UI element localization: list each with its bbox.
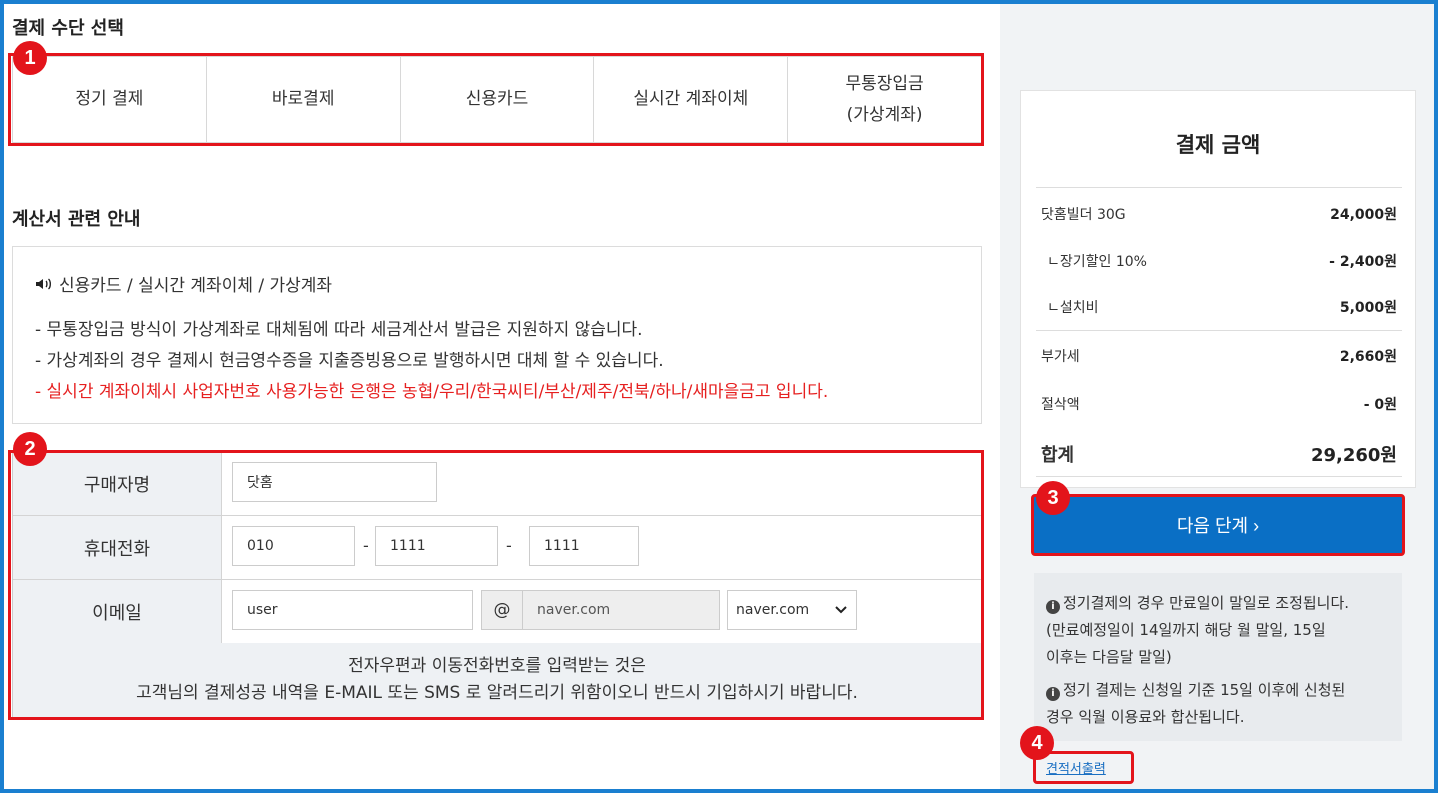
notice-heading: 신용카드 / 실시간 계좌이체 / 가상계좌: [35, 271, 332, 296]
summary-row: 부가세 2,660원: [1041, 346, 1397, 366]
form-note-line: 전자우편과 이동전화번호를 입력받는 것은: [348, 656, 646, 676]
phone-row: 휴대전화 - -: [13, 516, 981, 580]
summary-row-label: ㄴ설치비: [1047, 300, 1099, 316]
summary-row: ㄴ설치비 5,000원: [1041, 297, 1397, 317]
summary-row-value: - 0원: [1363, 397, 1397, 413]
email-label: 이메일: [13, 580, 222, 643]
print-quote-link[interactable]: 견적서출력: [1046, 758, 1106, 777]
method-credit-card[interactable]: 신용카드: [399, 56, 595, 143]
email-row: 이메일 @ naver.com: [13, 580, 981, 644]
divider: [1036, 330, 1402, 331]
info-line: 이후는 다음달 말일): [1046, 648, 1172, 666]
invoice-notice-box: 신용카드 / 실시간 계좌이체 / 가상계좌 - 무통장입금 방식이 가상계좌로…: [12, 246, 982, 424]
phone-label: 휴대전화: [13, 516, 222, 579]
next-step-button[interactable]: 다음 단계 ›: [1034, 497, 1402, 553]
summary-title: 결제 금액: [1175, 133, 1261, 157]
method-bank-deposit[interactable]: 무통장입금 (가상계좌): [787, 56, 982, 143]
callout-badge-1: 1: [13, 41, 47, 75]
method-label: 신용카드: [465, 89, 529, 109]
email-user-input[interactable]: [232, 590, 473, 630]
info-line-text: 정기결제의 경우 만료일이 말일로 조정됩니다.: [1063, 594, 1350, 612]
summary-total: 합계 29,260원: [1041, 441, 1397, 467]
method-label: 무통장입금 (가상계좌): [845, 73, 924, 125]
summary-total-value: 29,260원: [1310, 445, 1397, 466]
info-icon: i: [1046, 600, 1060, 614]
divider: [1036, 476, 1402, 477]
phone-dash: -: [506, 536, 512, 555]
info-icon: i: [1046, 687, 1060, 701]
speaker-icon: [35, 276, 53, 296]
email-domain-select[interactable]: naver.com: [727, 590, 857, 630]
notice-heading-text: 신용카드 / 실시간 계좌이체 / 가상계좌: [59, 276, 333, 296]
method-realtime-transfer[interactable]: 실시간 계좌이체: [593, 56, 789, 143]
summary-row: 절삭액 - 0원: [1041, 394, 1397, 414]
buyer-name-label: 구매자명: [13, 453, 222, 515]
info-line: 경우 익월 이용료와 합산됩니다.: [1046, 708, 1245, 726]
info-line: i 정기결제의 경우 만료일이 말일로 조정됩니다.: [1046, 592, 1349, 614]
payment-method-tabs: 정기 결제 바로결제 신용카드 실시간 계좌이체 무통장입금 (가상계좌): [12, 56, 982, 143]
method-instant[interactable]: 바로결제: [205, 56, 401, 143]
info-line: i 정기 결제는 신청일 기준 15일 이후에 신청된: [1046, 679, 1345, 701]
payment-summary: 결제 금액 닷홈빌더 30G 24,000원 ㄴ장기할인 10% - 2,400원 …: [1020, 90, 1416, 488]
form-note: 전자우편과 이동전화번호를 입력받는 것은 고객님의 결제성공 내역을 E-MA…: [13, 643, 981, 717]
info-line-text: 정기 결제는 신청일 기준 15일 이후에 신청된: [1063, 681, 1346, 699]
chevron-down-icon: [835, 606, 847, 614]
method-label: 실시간 계좌이체: [633, 89, 749, 109]
phone-input-3[interactable]: [529, 526, 639, 566]
phone-input-1[interactable]: [232, 526, 355, 566]
callout-badge-2: 2: [13, 432, 47, 466]
notice-line-warning: - 실시간 계좌이체시 사업자번호 사용가능한 은행은 농협/우리/한국씨티/부…: [35, 382, 829, 402]
summary-total-label: 합계: [1041, 445, 1075, 466]
notice-line: - 무통장입금 방식이 가상계좌로 대체됨에 따라 세금계산서 발급은 지원하지…: [35, 320, 643, 340]
summary-row-value: - 2,400원: [1329, 254, 1397, 270]
callout-badge-3: 3: [1036, 481, 1070, 515]
at-sign: @: [481, 590, 523, 630]
email-domain-select-value: naver.com: [736, 602, 810, 618]
payment-method-title: 결제 수단 선택: [12, 18, 124, 39]
summary-row-label: 부가세: [1041, 349, 1080, 365]
form-note-line: 고객님의 결제성공 내역을 E-MAIL 또는 SMS 로 알려드리기 위함이오…: [136, 683, 858, 703]
method-label: 바로결제: [271, 89, 335, 109]
summary-row-value: 5,000원: [1339, 300, 1397, 316]
phone-input-2[interactable]: [375, 526, 498, 566]
method-label: 정기 결제: [75, 89, 144, 109]
buyer-name-input[interactable]: [232, 462, 437, 502]
callout-badge-4: 4: [1020, 726, 1054, 760]
phone-dash: -: [363, 536, 369, 555]
info-line: (만료예정일이 14일까지 해당 월 말일, 15일: [1046, 621, 1326, 639]
summary-row-label: 닷홈빌더 30G: [1041, 207, 1126, 223]
buyer-name-row: 구매자명: [13, 453, 981, 516]
summary-row-label: ㄴ장기할인 10%: [1047, 254, 1147, 270]
buyer-info-form: 구매자명 휴대전화 - - 이메일 @ naver.com 전자우편과 이동전화…: [12, 452, 982, 718]
info-box: i 정기결제의 경우 만료일이 말일로 조정됩니다. (만료예정일이 14일까지 …: [1034, 573, 1402, 741]
summary-row-value: 2,660원: [1339, 349, 1397, 365]
summary-row: 닷홈빌더 30G 24,000원: [1041, 204, 1397, 224]
summary-row-label: 절삭액: [1041, 397, 1080, 413]
summary-row-value: 24,000원: [1330, 207, 1397, 223]
email-domain-input[interactable]: [522, 590, 720, 630]
notice-line: - 가상계좌의 경우 결제시 현금영수증을 지출증빙용으로 발행하시면 대체 할…: [35, 351, 664, 371]
divider: [1036, 187, 1402, 188]
summary-row: ㄴ장기할인 10% - 2,400원: [1041, 251, 1397, 271]
invoice-info-title: 계산서 관련 안내: [12, 209, 141, 230]
